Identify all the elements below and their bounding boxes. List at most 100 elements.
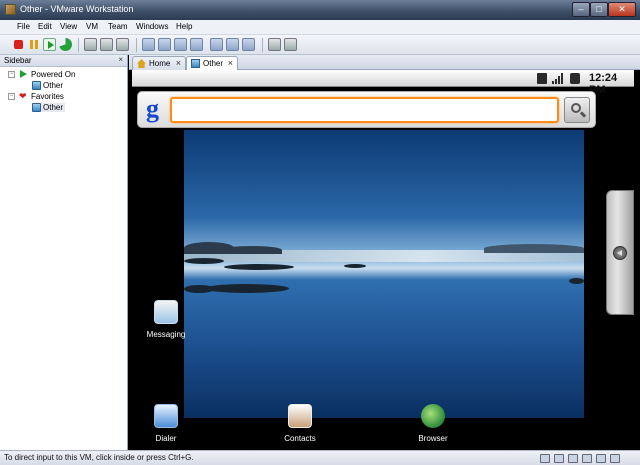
sidebar: Sidebar × − Powered On Other − ❤ Favorit… (0, 55, 128, 450)
hard-disk-icon[interactable] (540, 454, 550, 463)
vm-icon (191, 59, 200, 68)
tree-item-other-favorite[interactable]: Other (20, 102, 120, 113)
tree-item-other[interactable]: Other (20, 80, 120, 91)
toolbar-separator (262, 38, 263, 52)
tab-home[interactable]: Home × (132, 56, 186, 70)
battery-icon (570, 73, 580, 84)
rock (204, 284, 289, 293)
quick-switch-icon[interactable] (158, 38, 171, 51)
dialer-icon (154, 404, 178, 428)
record-icon[interactable] (268, 38, 281, 51)
rock (569, 278, 584, 284)
menu-vm[interactable]: VM (86, 22, 98, 31)
menu-team[interactable]: Team (108, 22, 128, 31)
tree-group-powered-on[interactable]: − Powered On (8, 69, 118, 80)
shortcut-browser[interactable]: Browser (409, 403, 457, 447)
summary-view-icon[interactable] (226, 38, 239, 51)
sound-icon[interactable] (596, 454, 606, 463)
toolbar-separator (78, 38, 79, 52)
mountain (222, 246, 282, 254)
rock (224, 264, 294, 270)
heart-icon: ❤ (19, 91, 27, 101)
menu-help[interactable]: Help (176, 22, 192, 31)
drawer-arrow-icon[interactable] (613, 246, 627, 260)
shortcut-messaging[interactable]: Messaging (142, 298, 190, 344)
menu-edit[interactable]: Edit (38, 22, 52, 31)
shortcut-label: Messaging (146, 330, 186, 339)
tree-group-favorites[interactable]: − ❤ Favorites (8, 91, 118, 102)
collapse-icon[interactable]: − (8, 71, 15, 78)
sim-card-icon (537, 73, 547, 84)
title-bar: Other - VMware Workstation – □ ✕ (0, 0, 640, 20)
reset-icon[interactable] (59, 38, 72, 51)
shortcut-label: Contacts (284, 434, 316, 443)
message-log-icon[interactable] (610, 454, 620, 463)
power-off-icon[interactable] (14, 40, 23, 49)
full-screen-icon[interactable] (174, 38, 187, 51)
shortcut-contacts[interactable]: Contacts (276, 403, 324, 447)
shortcut-dialer[interactable]: Dialer (142, 403, 190, 447)
android-wallpaper (184, 130, 584, 418)
replay-icon[interactable] (284, 38, 297, 51)
status-clock: 12:24 PM (589, 72, 618, 96)
sidebar-header: Sidebar × (0, 55, 127, 67)
close-button[interactable]: ✕ (608, 2, 636, 17)
rock (184, 258, 224, 264)
window-title: Other - VMware Workstation (20, 4, 134, 14)
unity-icon[interactable] (190, 38, 203, 51)
appliance-view-icon[interactable] (242, 38, 255, 51)
contacts-icon (288, 404, 312, 428)
vmware-app-icon (5, 4, 16, 15)
search-icon (571, 103, 581, 113)
tab-strip: Home × Other × (129, 55, 640, 71)
revert-snapshot-icon[interactable] (100, 38, 113, 51)
home-icon (137, 59, 146, 68)
search-input[interactable] (170, 97, 559, 123)
menu-bar: File Edit View VM Team Windows Help (0, 20, 640, 35)
shortcut-label: Dialer (155, 434, 177, 443)
close-tab-icon[interactable]: × (176, 58, 181, 68)
messaging-icon (154, 300, 178, 324)
tree-item-label: Other (43, 81, 64, 90)
sidebar-title: Sidebar (4, 56, 32, 65)
tree-item-label: Other (41, 103, 66, 112)
suspend-icon[interactable] (28, 38, 41, 51)
browser-icon (421, 404, 445, 428)
mountain (484, 244, 584, 253)
show-sidebar-icon[interactable] (142, 38, 155, 51)
resize-grip-icon[interactable] (624, 454, 634, 463)
sidebar-close-icon[interactable]: × (118, 55, 123, 64)
vm-icon (32, 81, 41, 90)
tab-label: Other (203, 59, 224, 68)
menu-file[interactable]: File (17, 22, 30, 31)
tab-other[interactable]: Other × (186, 56, 238, 71)
google-logo: g (146, 94, 159, 123)
minimize-button[interactable]: – (572, 2, 590, 17)
usb-icon[interactable] (582, 454, 592, 463)
console-view-icon[interactable] (210, 38, 223, 51)
collapse-icon[interactable]: − (8, 93, 15, 100)
toolbar (0, 35, 640, 55)
power-on-icon (20, 70, 27, 78)
app-drawer-handle[interactable] (606, 190, 634, 315)
snapshot-manager-icon[interactable] (116, 38, 129, 51)
tree-group-label: Favorites (31, 92, 64, 101)
tree-group-label: Powered On (31, 70, 76, 79)
vm-icon (32, 103, 41, 112)
search-button[interactable] (564, 97, 590, 123)
network-icon[interactable] (568, 454, 578, 463)
window-status-bar: To direct input to this VM, click inside… (0, 450, 640, 465)
maximize-button[interactable]: □ (590, 2, 608, 17)
shortcut-label: Browser (418, 434, 448, 443)
google-search-widget: g (137, 91, 596, 128)
menu-windows[interactable]: Windows (136, 22, 168, 31)
signal-icon (552, 73, 564, 84)
input-hint: To direct input to this VM, click inside… (4, 453, 194, 462)
menu-view[interactable]: View (60, 22, 77, 31)
close-tab-icon[interactable]: × (228, 58, 233, 68)
cd-rom-icon[interactable] (554, 454, 564, 463)
power-on-icon[interactable] (43, 38, 56, 51)
tab-label: Home (149, 59, 171, 68)
rock (344, 264, 366, 268)
snapshot-icon[interactable] (84, 38, 97, 51)
